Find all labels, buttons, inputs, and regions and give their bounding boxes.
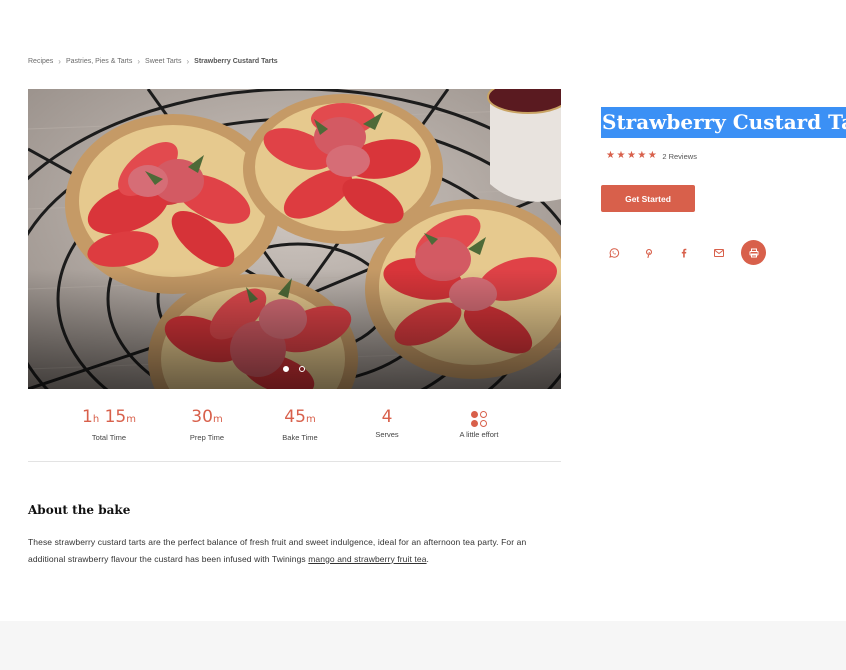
stat-prep-time: 30m Prep Time bbox=[162, 405, 252, 442]
star-icon: ★ bbox=[616, 150, 626, 161]
divider bbox=[28, 461, 561, 462]
facebook-share-button[interactable] bbox=[671, 240, 696, 265]
stat-serves: 4 Serves bbox=[342, 405, 432, 439]
facebook-icon bbox=[681, 248, 686, 257]
stat-effort-label: A little effort bbox=[459, 430, 499, 439]
stat-prep-time-value: 30m bbox=[191, 407, 223, 427]
carousel-dots bbox=[283, 366, 305, 372]
pinterest-share-button[interactable] bbox=[636, 240, 661, 265]
reviews-count[interactable]: 2 Reviews bbox=[662, 152, 697, 161]
whatsapp-share-button[interactable] bbox=[601, 240, 626, 265]
breadcrumb-recipes[interactable]: Recipes bbox=[28, 58, 53, 65]
recipe-image-carousel[interactable] bbox=[28, 89, 561, 389]
star-icon: ★ bbox=[606, 150, 615, 161]
star-icon: ★ bbox=[647, 150, 657, 161]
tea-link[interactable]: mango and strawberry fruit tea bbox=[308, 554, 426, 564]
stat-effort: A little effort bbox=[434, 405, 524, 439]
stat-bake-time: 45m Bake Time bbox=[255, 405, 345, 442]
carousel-dot-2[interactable] bbox=[299, 366, 305, 372]
star-icon: ★ bbox=[626, 150, 636, 161]
stat-total-time-label: Total Time bbox=[91, 433, 127, 442]
stat-total-time-value: 1h 15m bbox=[82, 407, 136, 427]
breadcrumb-sweet-tarts[interactable]: Sweet Tarts bbox=[145, 58, 181, 65]
email-share-button[interactable] bbox=[706, 240, 731, 265]
stat-total-time: 1h 15m Total Time bbox=[64, 405, 154, 442]
print-button[interactable] bbox=[741, 240, 766, 265]
about-heading: About the bake bbox=[28, 503, 131, 517]
stat-serves-value: 4 bbox=[381, 407, 393, 427]
breadcrumb: Recipes › Pastries, Pies & Tarts › Sweet… bbox=[28, 57, 278, 66]
breadcrumb-pastries[interactable]: Pastries, Pies & Tarts bbox=[66, 58, 132, 65]
about-text: These strawberry custard tarts are the p… bbox=[28, 537, 527, 564]
recipe-rating[interactable]: ★ ★ ★ ★ ★ 2 Reviews bbox=[606, 150, 697, 162]
stat-bake-time-label: Bake Time bbox=[282, 433, 318, 442]
whatsapp-icon bbox=[608, 247, 619, 258]
breadcrumb-separator: › bbox=[137, 57, 141, 66]
get-started-button[interactable]: Get Started bbox=[601, 185, 695, 212]
recipe-photo bbox=[28, 89, 561, 389]
star-icon: ★ bbox=[637, 150, 647, 161]
breadcrumb-current: Strawberry Custard Tarts bbox=[194, 58, 278, 65]
page-footer-band bbox=[0, 621, 846, 670]
print-icon bbox=[749, 248, 758, 257]
stat-serves-label: Serves bbox=[375, 430, 399, 439]
recipe-stats: 1h 15m Total Time 30m Prep Time 45m Bake… bbox=[28, 405, 561, 447]
recipe-title: Strawberry Custard Tarts bbox=[601, 107, 846, 138]
breadcrumb-separator: › bbox=[58, 57, 61, 66]
effort-level-icon bbox=[471, 411, 487, 427]
pinterest-icon bbox=[645, 248, 652, 258]
breadcrumb-separator: › bbox=[186, 57, 190, 66]
email-icon bbox=[713, 248, 724, 257]
share-bar bbox=[601, 240, 776, 265]
stat-bake-time-value: 45m bbox=[284, 407, 316, 427]
carousel-dot-1[interactable] bbox=[283, 366, 289, 372]
stat-prep-time-label: Prep Time bbox=[189, 433, 225, 442]
